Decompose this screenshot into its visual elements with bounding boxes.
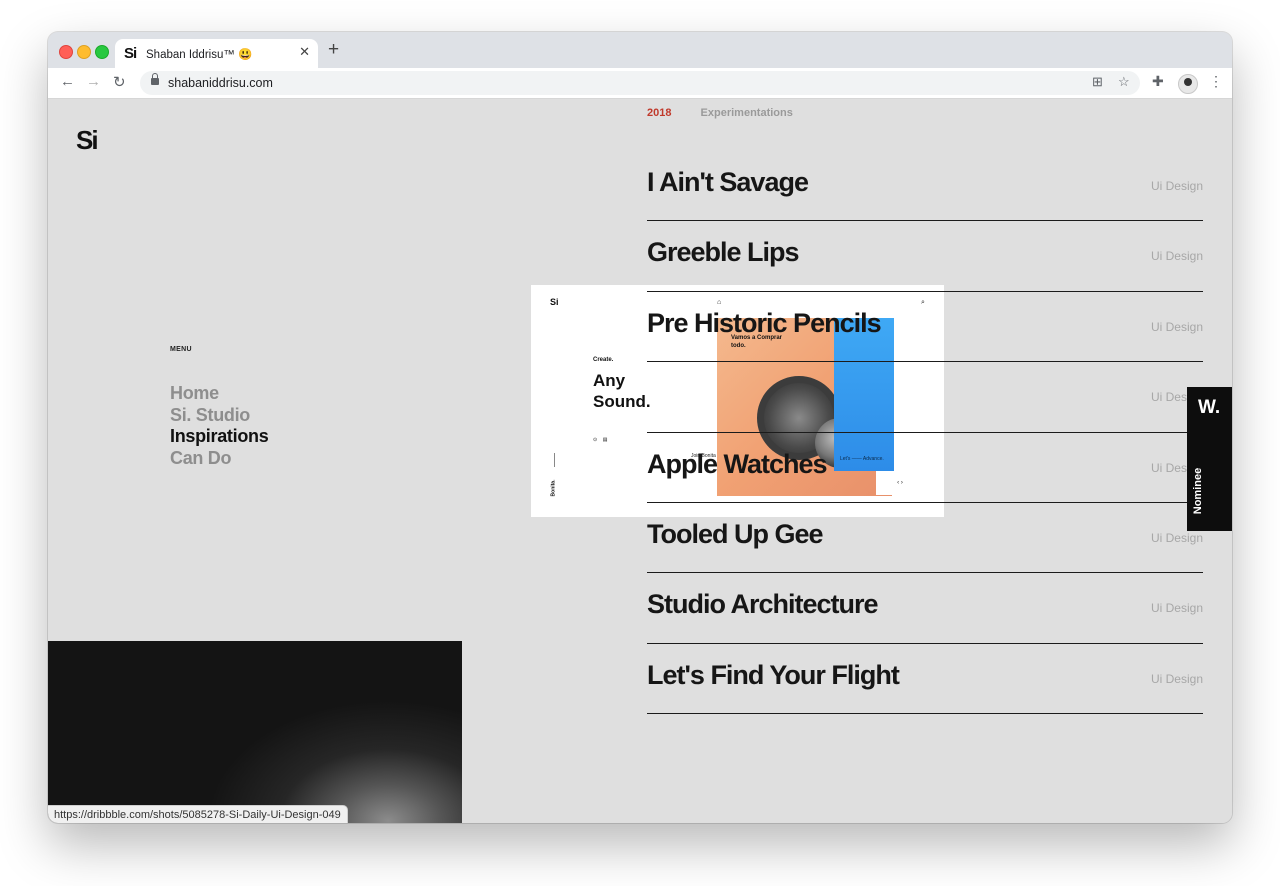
preview-create-label: Create. xyxy=(593,357,614,363)
project-row[interactable]: Pre Historic Pencils Ui Design xyxy=(647,292,1203,363)
profile-avatar[interactable] xyxy=(1178,74,1198,94)
url-text: shabaniddrisu.com xyxy=(168,76,273,90)
browser-window: Si Shaban Iddrisu™ 😃 ✕ + ← → ↻ shabanidd… xyxy=(48,32,1232,823)
bookmark-star-icon[interactable]: ☆ xyxy=(1118,74,1130,90)
tab-experimentations[interactable]: Experimentations xyxy=(701,107,793,119)
menu-label: MENU xyxy=(170,346,192,353)
awwwards-w-logo: W. xyxy=(1198,397,1221,418)
menu-item-inspirations[interactable]: Inspirations xyxy=(170,426,269,448)
project-row[interactable]: Apple Watches Ui Design xyxy=(647,433,1203,503)
preview-icons: ⊙ ▤ xyxy=(593,437,608,443)
project-category: Ui Design xyxy=(1150,601,1203,616)
project-category: Ui Design xyxy=(1150,319,1203,334)
preview-logo: Si xyxy=(550,297,559,307)
project-title[interactable]: I Ain't Savage xyxy=(647,167,809,198)
browser-menu-icon[interactable]: ⋮ xyxy=(1209,73,1223,90)
page-viewport: Si MENU Home Si. Studio Inspirations Can… xyxy=(48,99,1232,823)
project-category: Ui Design xyxy=(1150,671,1203,686)
lock-icon xyxy=(151,73,159,85)
extensions-icon[interactable]: ✚ xyxy=(1152,73,1164,90)
nominee-badge[interactable]: W. Nominee xyxy=(1187,387,1232,531)
menu-item-home[interactable]: Home xyxy=(170,383,268,405)
browser-titlebar: Si Shaban Iddrisu™ 😃 ✕ + xyxy=(48,32,1232,68)
preview-vertical-label: Bonita. xyxy=(550,479,557,497)
reload-icon[interactable]: ↻ xyxy=(113,73,126,91)
forward-icon[interactable]: → xyxy=(86,73,101,90)
browser-toolbar: ← → ↻ shabaniddrisu.com ⊞ ☆ ✚ ⋮ xyxy=(48,68,1232,99)
project-title[interactable]: Tooled Up Gee xyxy=(647,519,824,550)
translate-icon[interactable]: ⊞ xyxy=(1092,74,1103,90)
main-menu: Home Si. Studio Inspirations Can Do xyxy=(170,383,269,470)
project-title[interactable]: Apple Watches xyxy=(647,449,828,480)
maximize-window-button[interactable] xyxy=(95,45,109,59)
dark-texture-image xyxy=(48,641,462,823)
project-row[interactable]: Ui Design xyxy=(647,362,1203,433)
close-window-button[interactable] xyxy=(59,45,73,59)
tab-title: Shaban Iddrisu™ 😃 xyxy=(146,49,253,61)
filter-tabs: 2018 Experimentations xyxy=(647,107,793,119)
project-category: Ui Design xyxy=(1150,530,1203,545)
project-list: I Ain't Savage Ui Design Greeble Lips Ui… xyxy=(647,151,1203,715)
nominee-label: Nominee xyxy=(1192,467,1205,515)
project-title[interactable]: Studio Architecture xyxy=(647,589,879,620)
back-icon[interactable]: ← xyxy=(60,73,75,90)
preview-divider xyxy=(554,453,555,467)
project-category: Ui Design xyxy=(1150,249,1203,264)
site-logo[interactable]: Si xyxy=(76,125,99,156)
menu-item-can-do[interactable]: Can Do xyxy=(170,448,268,470)
project-row[interactable]: Studio Architecture Ui Design xyxy=(647,573,1203,644)
project-row[interactable]: Let's Find Your Flight Ui Design xyxy=(647,644,1203,715)
project-title[interactable]: Pre Historic Pencils xyxy=(647,308,882,339)
favicon-icon: Si xyxy=(124,45,137,62)
browser-tab[interactable]: Si Shaban Iddrisu™ 😃 ✕ xyxy=(115,39,318,68)
minimize-window-button[interactable] xyxy=(77,45,91,59)
new-tab-icon[interactable]: + xyxy=(328,39,339,61)
row-divider xyxy=(647,713,1203,715)
project-title[interactable]: Let's Find Your Flight xyxy=(647,660,900,691)
project-row[interactable]: Greeble Lips Ui Design xyxy=(647,221,1203,292)
project-category: Ui Design xyxy=(1150,179,1203,193)
project-title[interactable]: Greeble Lips xyxy=(647,237,800,268)
tab-2018[interactable]: 2018 xyxy=(647,107,671,119)
close-tab-icon[interactable]: ✕ xyxy=(299,44,310,60)
link-status-bar: https://dribbble.com/shots/5085278-Si-Da… xyxy=(48,805,348,823)
project-row[interactable]: I Ain't Savage Ui Design xyxy=(647,151,1203,222)
menu-item-studio[interactable]: Si. Studio xyxy=(170,405,268,427)
project-row[interactable]: Tooled Up Gee Ui Design xyxy=(647,503,1203,574)
address-bar[interactable]: shabaniddrisu.com ⊞ ☆ xyxy=(140,71,1140,95)
